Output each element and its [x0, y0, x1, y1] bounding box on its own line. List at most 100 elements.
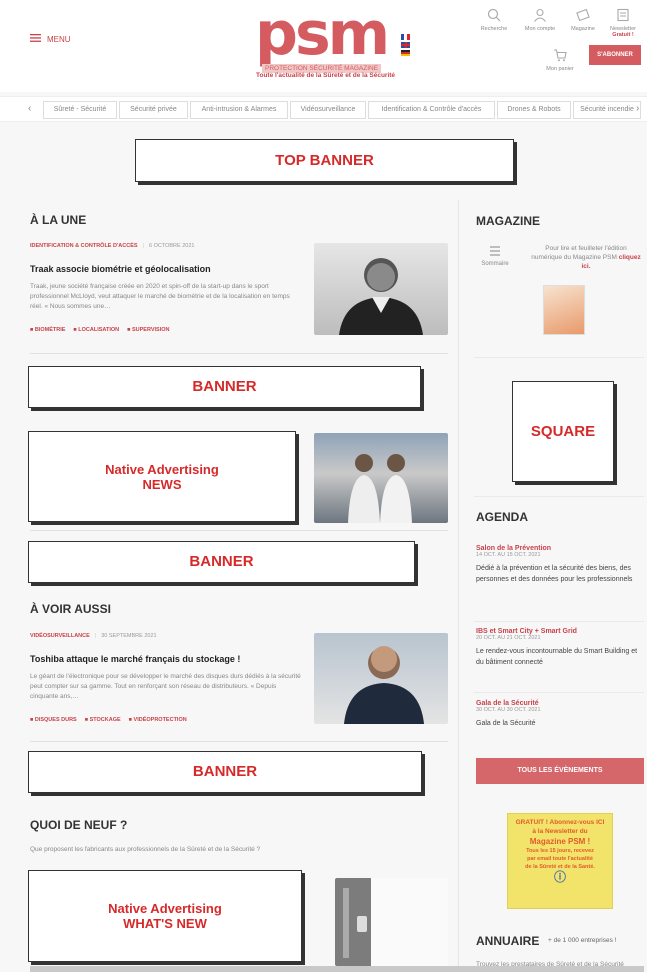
- article-photo-traak[interactable]: [314, 243, 448, 335]
- nav-item-securite-privee[interactable]: Sécurité privée: [119, 101, 188, 119]
- article-category[interactable]: IDENTIFICATION & CONTRÔLE D'ACCÈS: [30, 243, 138, 249]
- language-flags[interactable]: [401, 34, 410, 56]
- divider: [474, 692, 644, 693]
- newsletter-ad-line5: par email toute l'actualité: [527, 856, 593, 862]
- banner-ad-3[interactable]: BANNER: [28, 751, 422, 793]
- nav-prev-icon[interactable]: ‹: [28, 103, 31, 114]
- divider: [30, 530, 448, 531]
- magazine-cover-thumbnail[interactable]: [543, 285, 585, 335]
- agenda-event-desc: Le rendez-vous incontournable du Smart B…: [476, 648, 638, 666]
- square-ad[interactable]: SQUARE: [512, 381, 614, 482]
- horizontal-scrollbar[interactable]: [30, 966, 644, 972]
- newsletter-ad-line2: à la Newsletter du: [532, 828, 588, 835]
- agenda-event[interactable]: IBS et Smart City + Smart Grid 20 OCT. A…: [476, 628, 644, 668]
- agenda-event-date: 14 OCT. AU 15 OCT. 2021: [476, 552, 541, 558]
- native-ad-news-line1: Native Advertising: [105, 461, 219, 477]
- header-cart[interactable]: Mon panier: [540, 48, 580, 72]
- magazine-icon: [576, 8, 590, 22]
- tag-supervision[interactable]: ■ SUPERVISION: [127, 327, 169, 333]
- agenda-event-desc: Gala de la Sécurité: [476, 720, 536, 727]
- article-tags: ■ DISQUES DURS ■ STOCKAGE ■ VIDÉOPROTECT…: [30, 717, 187, 723]
- divider: [30, 353, 448, 354]
- device-photo-icon: [335, 878, 371, 966]
- article-meta: IDENTIFICATION & CONTRÔLE D'ACCÈS | 6 OC…: [30, 243, 194, 249]
- banner-ad-2[interactable]: BANNER: [28, 541, 415, 583]
- native-ad-whats-new-line2: WHAT'S NEW: [123, 916, 207, 931]
- header-magazine-label: Magazine: [571, 26, 595, 32]
- menu-button[interactable]: MENU: [30, 34, 71, 44]
- product-photo[interactable]: [335, 878, 448, 966]
- article-tags: ■ BIOMÉTRIE ■ LOCALISATION ■ SUPERVISION: [30, 327, 169, 333]
- nav-item-drones-robots[interactable]: Drones & Robots: [497, 101, 571, 119]
- agenda-event[interactable]: Salon de la Prévention 14 OCT. AU 15 OCT…: [476, 545, 644, 585]
- agenda-event[interactable]: Gala de la Sécurité 30 OCT. AU 30 OCT. 2…: [476, 700, 644, 729]
- sidebar-divider: [458, 200, 459, 972]
- section-subtitle: Que proposent les fabricants aux profess…: [30, 846, 261, 853]
- article-headline[interactable]: Traak associe biométrie et géolocalisati…: [30, 264, 211, 274]
- newsletter-free-badge: Gratuit !: [612, 32, 634, 38]
- article-category[interactable]: VIDÉOSURVEILLANCE: [30, 633, 90, 639]
- nav-item-anti-intrusion[interactable]: Anti-intrusion & Alarmes: [190, 101, 288, 119]
- sidebar-title-magazine: MAGAZINE: [476, 214, 540, 228]
- banner-ad-1[interactable]: BANNER: [28, 366, 421, 408]
- article-excerpt: Le géant de l'électronique pour se dével…: [30, 673, 301, 700]
- site-logo[interactable]: psm: [255, 0, 390, 69]
- divider: [474, 357, 644, 358]
- top-banner-ad[interactable]: TOP BANNER: [135, 139, 514, 182]
- section-title-a-la-une: À LA UNE: [30, 213, 87, 227]
- header-account[interactable]: Mon compte: [518, 8, 562, 32]
- header-newsletter[interactable]: Newsletter Gratuit !: [606, 8, 640, 38]
- article-photo-native-news[interactable]: [314, 433, 448, 523]
- sidebar-title-agenda: AGENDA: [476, 510, 529, 524]
- site-header: MENU psm PROTECTION SÉCURITÉ MAGAZINE To…: [0, 0, 647, 92]
- native-ad-news-line2: NEWS: [142, 476, 182, 492]
- menu-label: MENU: [47, 34, 71, 44]
- flag-fr-icon[interactable]: [401, 34, 410, 40]
- tag-stockage[interactable]: ■ STOCKAGE: [85, 717, 121, 723]
- magazine-summary-link[interactable]: Sommaire: [476, 244, 514, 267]
- category-nav: ‹ Sûreté - Sécurité Sécurité privée Anti…: [0, 96, 647, 122]
- article-headline[interactable]: Toshiba attaque le marché français du st…: [30, 654, 240, 664]
- agenda-event-title[interactable]: IBS et Smart City + Smart Grid: [476, 628, 644, 635]
- person-photo-icon: [339, 258, 423, 335]
- subscribe-button[interactable]: S'ABONNER: [589, 45, 641, 65]
- newsletter-ad-line4: Tous les 15 jours, recevez: [526, 848, 594, 854]
- all-events-button[interactable]: TOUS LES ÉVÈNEMENTS: [476, 758, 644, 784]
- divider: [474, 496, 644, 497]
- meta-divider: |: [94, 633, 97, 639]
- header-account-label: Mon compte: [524, 26, 556, 32]
- tag-localisation[interactable]: ■ LOCALISATION: [73, 327, 119, 333]
- native-ad-whats-new-line1: Native Advertising: [108, 901, 222, 916]
- nav-item-videosurveillance[interactable]: Vidéosurveillance: [290, 101, 366, 119]
- logo-wordmark: psm: [255, 0, 390, 69]
- agenda-event-desc: Dédié à la prévention et la sécurité des…: [476, 565, 633, 583]
- header-search[interactable]: Recherche: [478, 8, 510, 32]
- nav-item-securite-incendie[interactable]: Sécurité incendie: [573, 101, 641, 119]
- tag-disques-durs[interactable]: ■ DISQUES DURS: [30, 717, 77, 723]
- divider: [474, 621, 644, 622]
- nav-item-surete-securite[interactable]: Sûreté - Sécurité: [43, 101, 117, 119]
- tag-biometrie[interactable]: ■ BIOMÉTRIE: [30, 327, 65, 333]
- header-magazine[interactable]: Magazine: [566, 8, 600, 32]
- divider: [30, 741, 448, 742]
- article-excerpt: Traak, jeune société française créée en …: [30, 283, 290, 310]
- hamburger-icon: [30, 34, 41, 44]
- nav-item-identification[interactable]: Identification & Contrôle d'accès: [368, 101, 495, 119]
- article-date: 6 OCTOBRE 2021: [148, 243, 195, 249]
- tag-videoprotection[interactable]: ■ VIDÉOPROTECTION: [129, 717, 187, 723]
- header-search-label: Recherche: [480, 26, 508, 32]
- native-ad-whats-new[interactable]: Native Advertising WHAT'S NEW: [28, 870, 302, 962]
- user-icon: [534, 8, 546, 22]
- nav-next-icon[interactable]: ›: [636, 103, 639, 114]
- article-photo-toshiba[interactable]: [314, 633, 448, 724]
- newsletter-ad-line1: GRATUIT ! Abonnez-vous ICI: [515, 819, 605, 826]
- native-ad-news[interactable]: Native Advertising NEWS: [28, 431, 296, 522]
- agenda-event-title[interactable]: Gala de la Sécurité: [476, 700, 644, 707]
- flag-uk-icon[interactable]: [401, 42, 410, 48]
- agenda-event-title[interactable]: Salon de la Prévention: [476, 545, 644, 552]
- newsletter-signup-ad[interactable]: GRATUIT ! Abonnez-vous ICI à la Newslett…: [507, 813, 613, 909]
- article-meta: VIDÉOSURVEILLANCE | 30 SEPTEMBRE 2021: [30, 633, 157, 639]
- people-photo-icon: [348, 454, 412, 523]
- site-tagline: Toute l'actualité de la Sûreté et de la …: [256, 72, 396, 79]
- flag-de-icon[interactable]: [401, 50, 410, 56]
